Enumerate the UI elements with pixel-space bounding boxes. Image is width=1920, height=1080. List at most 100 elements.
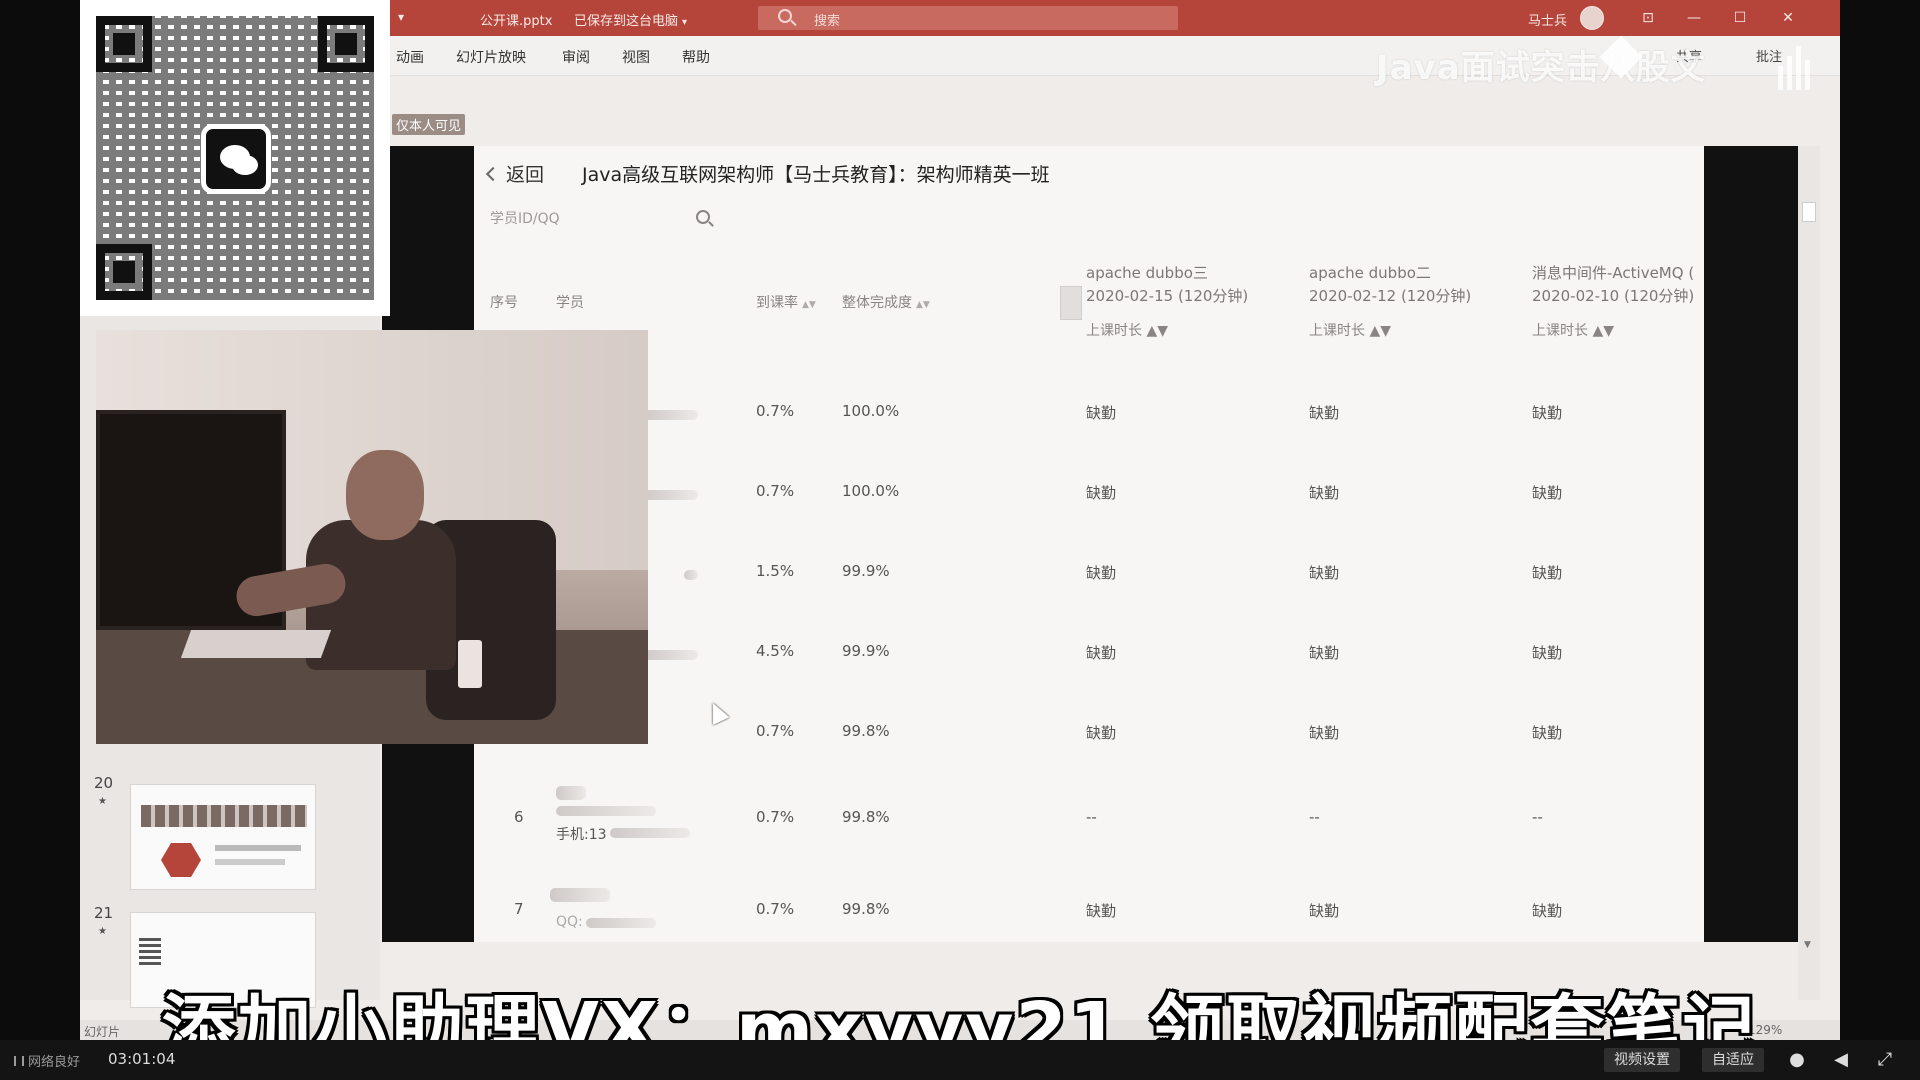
- lesson-status: 缺勤: [1309, 724, 1340, 742]
- maximize-button[interactable]: ☐: [1722, 6, 1758, 30]
- attendance-page: 返回 Java高级互联网架构师【马士兵教育】：架构师精英一班 学员ID/QQ 序…: [474, 146, 1704, 942]
- table-row[interactable]: 0.7% 99.8% 缺勤 缺勤 缺勤: [474, 699, 1704, 766]
- lesson-status: 缺勤: [1086, 484, 1117, 502]
- table-row[interactable]: 1.5% 99.9% 缺勤 缺勤 缺勤: [474, 546, 1704, 606]
- user-name: 马士兵: [1528, 14, 1568, 29]
- table-row[interactable]: 7 QQ: 0.7% 99.8% 缺勤 缺勤 缺勤: [474, 872, 1704, 942]
- completion-rate: 100.0%: [842, 402, 900, 420]
- redacted-avatar: [556, 786, 586, 800]
- microphone-icon[interactable]: ●: [1786, 1049, 1808, 1071]
- search-box[interactable]: 搜索: [758, 6, 1178, 30]
- lesson-status: --: [1086, 808, 1097, 826]
- redacted-student: [556, 806, 656, 816]
- webcam-feed: [96, 330, 648, 744]
- lesson-status: 缺勤: [1532, 644, 1563, 662]
- file-name: 公开课.pptx: [480, 14, 553, 29]
- vertical-scrollbar[interactable]: ▼: [1798, 146, 1820, 1000]
- save-status[interactable]: 已保存到这台电脑 ▾: [574, 10, 687, 29]
- chevron-left-icon: [485, 166, 501, 182]
- tab-review[interactable]: 审阅: [562, 47, 590, 67]
- webcam-keyboard: [180, 630, 332, 658]
- close-button[interactable]: ✕: [1770, 6, 1806, 30]
- column-toggle[interactable]: [1060, 286, 1082, 320]
- completion-rate: 99.9%: [842, 562, 890, 580]
- lesson-status: --: [1309, 808, 1320, 826]
- attendance-rate: 0.7%: [756, 808, 795, 826]
- lesson-duration-header[interactable]: 上课时长 ▲▼: [1532, 320, 1694, 343]
- auto-fit-button[interactable]: 自适应: [1702, 1048, 1764, 1072]
- watermark-text: Java面试突击八股文: [1376, 48, 1706, 88]
- thumbnail-glyph: [139, 935, 161, 965]
- qr-finder-pattern: [96, 16, 152, 72]
- course-title: Java高级互联网架构师【马士兵教育】：架构师精英一班: [582, 164, 1050, 186]
- attendance-rate: 0.7%: [756, 722, 795, 740]
- tab-view[interactable]: 视图: [622, 47, 650, 67]
- private-note-badge: 仅本人可见: [392, 114, 466, 135]
- attendance-rate: 1.5%: [756, 562, 795, 580]
- scrollbar-thumb[interactable]: [1802, 202, 1816, 222]
- student-phone: 手机:13: [556, 827, 607, 843]
- lesson-duration-header[interactable]: 上课时长 ▲▼: [1309, 320, 1471, 343]
- row-index: 7: [514, 900, 524, 918]
- lesson-status: 缺勤: [1086, 724, 1117, 742]
- lesson-status: 缺勤: [1532, 724, 1563, 742]
- sort-icon: ▲▼: [1365, 323, 1391, 339]
- slide-number: 21: [94, 904, 114, 922]
- ribbon-display-options-button[interactable]: ⊡: [1630, 6, 1666, 30]
- wechat-qr-code: [80, 0, 390, 316]
- redacted-phone: [610, 828, 690, 838]
- redacted-student: [644, 410, 698, 420]
- redacted-student: [644, 490, 698, 500]
- table-row[interactable]: 6 手机:13 0.7% 99.8% -- -- --: [474, 778, 1704, 852]
- duration-label: 上课时长: [1086, 323, 1142, 339]
- student-search-input[interactable]: 学员ID/QQ: [490, 202, 710, 232]
- webcam-person-head: [346, 450, 424, 540]
- playback-time: 03:01:04: [108, 1050, 176, 1068]
- save-status-label: 已保存到这台电脑: [574, 14, 679, 29]
- header-completion[interactable]: 整体完成度 ▲▼: [842, 292, 930, 312]
- back-button[interactable]: 返回: [485, 160, 545, 187]
- lesson-name: apache dubbo二: [1309, 264, 1431, 282]
- back-label: 返回: [506, 164, 545, 186]
- table-row[interactable]: 0.7% 100.0% 缺勤 缺勤 缺勤: [474, 386, 1704, 446]
- lesson-status: 缺勤: [1309, 564, 1340, 582]
- tab-animations[interactable]: 动画: [396, 47, 424, 67]
- fullscreen-icon[interactable]: ⤢: [1874, 1049, 1896, 1071]
- sort-icon: ▲▼: [802, 300, 816, 310]
- scroll-down-icon[interactable]: ▼: [1804, 940, 1811, 950]
- table-row[interactable]: 0.7% 100.0% 缺勤 缺勤 缺勤: [474, 466, 1704, 526]
- completion-rate: 99.9%: [842, 642, 890, 660]
- search-icon: [778, 9, 792, 23]
- qr-finder-pattern: [96, 244, 152, 300]
- lesson-column-1: apache dubbo三 2020-02-15 (120分钟) 上课时长 ▲▼: [1086, 262, 1248, 343]
- thumbnail-text-line: [215, 845, 301, 851]
- thumbnail-text-line: [215, 859, 285, 865]
- hexagon-shape: [161, 843, 201, 877]
- quick-access-dropdown[interactable]: ▾: [398, 10, 404, 24]
- star-icon: ★: [98, 926, 107, 937]
- volume-icon[interactable]: ◀: [1830, 1049, 1852, 1071]
- attendance-rate: 0.7%: [756, 900, 795, 918]
- video-settings-button[interactable]: 视频设置: [1604, 1048, 1680, 1072]
- lesson-column-3: 消息中间件-ActiveMQ ( 2020-02-10 (120分钟) 上课时长…: [1532, 262, 1694, 343]
- redacted-qq: [586, 918, 656, 928]
- tab-slideshow[interactable]: 幻灯片放映: [456, 47, 526, 67]
- lesson-column-2: apache dubbo二 2020-02-12 (120分钟) 上课时长 ▲▼: [1309, 262, 1471, 343]
- lesson-status: 缺勤: [1309, 902, 1340, 920]
- slide-number: 20: [94, 774, 114, 792]
- tab-help[interactable]: 帮助: [682, 47, 710, 67]
- star-icon: ★: [98, 796, 107, 807]
- slide-thumbnail[interactable]: [130, 784, 316, 890]
- header-attendance[interactable]: 到课率 ▲▼: [756, 292, 816, 312]
- minimize-button[interactable]: —: [1676, 6, 1712, 30]
- header-attendance-label: 到课率: [756, 295, 798, 311]
- lesson-duration-header[interactable]: 上课时长 ▲▼: [1086, 320, 1248, 343]
- sort-icon: ▲▼: [1588, 323, 1614, 339]
- lesson-status: 缺勤: [1086, 902, 1117, 920]
- lesson-status: 缺勤: [1309, 484, 1340, 502]
- cursor-arrow-icon: [704, 699, 730, 725]
- search-icon[interactable]: [696, 210, 710, 224]
- avatar[interactable]: [1580, 6, 1604, 30]
- table-row[interactable]: 4.5% 99.9% 缺勤 缺勤 缺勤: [474, 626, 1704, 686]
- attendance-rate: 0.7%: [756, 482, 795, 500]
